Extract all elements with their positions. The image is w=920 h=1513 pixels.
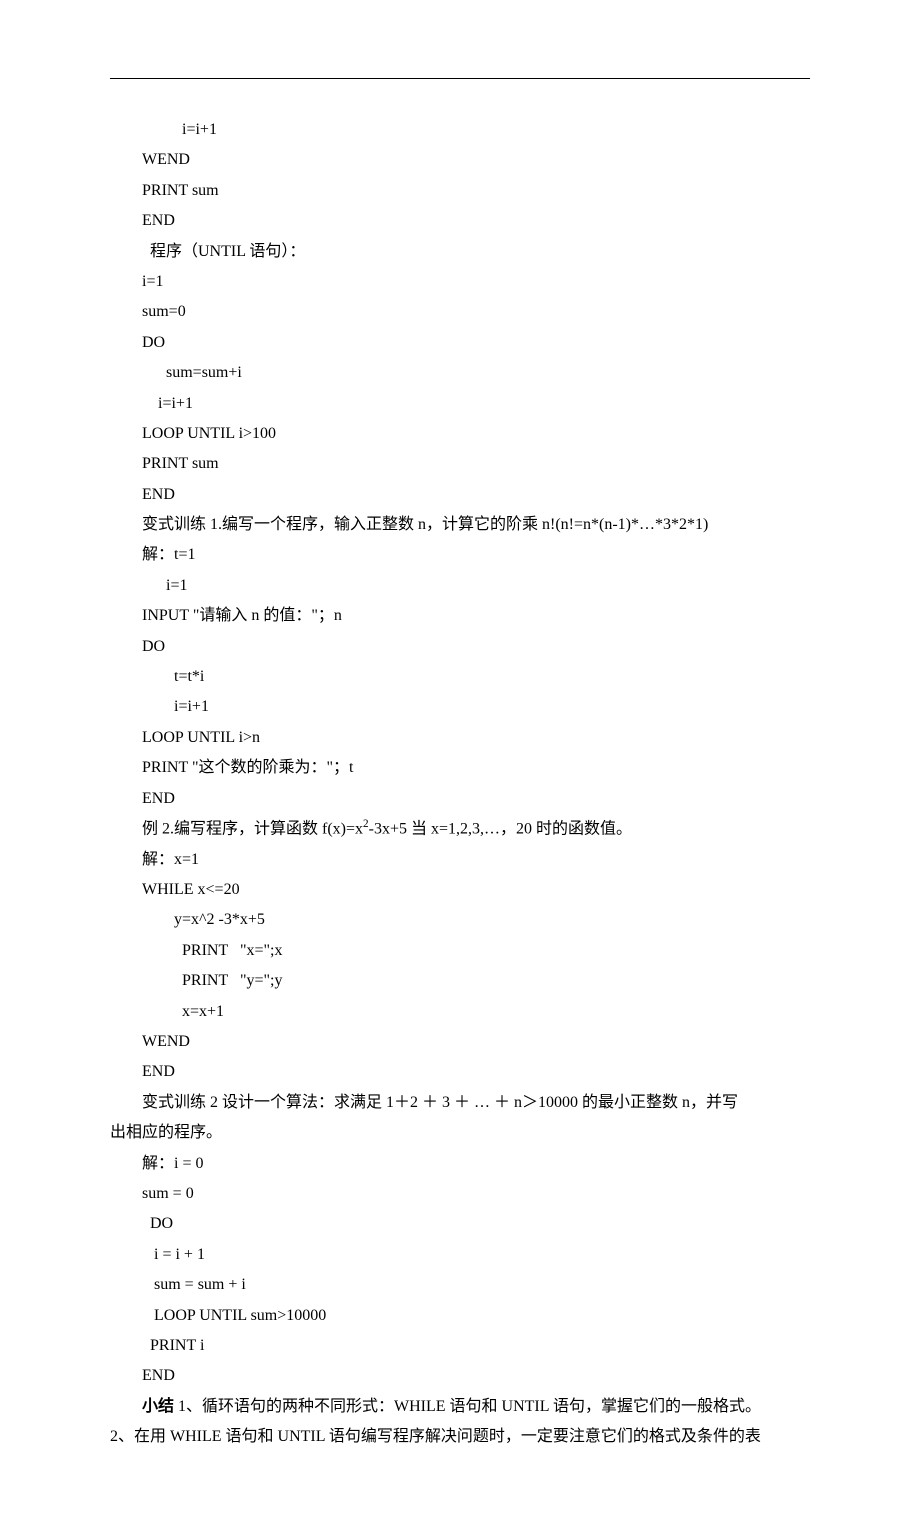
text-line: i = i + 1 xyxy=(110,1240,810,1270)
text-line: 解：t=1 xyxy=(110,540,810,570)
text-line: END xyxy=(110,480,810,510)
text-line: 解：x=1 xyxy=(110,845,810,875)
text-line: i=i+1 xyxy=(110,692,810,722)
text-line: END xyxy=(110,1057,810,1087)
text-line: INPUT "请输入 n 的值："；n xyxy=(110,601,810,631)
text-line: i=1 xyxy=(110,571,810,601)
text-line: 小结 1、循环语句的两种不同形式：WHILE 语句和 UNTIL 语句，掌握它们… xyxy=(110,1392,810,1422)
text-line: 出相应的程序。 xyxy=(110,1118,810,1148)
text-line: DO xyxy=(110,632,810,662)
text-line: PRINT sum xyxy=(110,449,810,479)
text-line: sum=0 xyxy=(110,297,810,327)
document-page: i=i+1WENDPRINT sumEND 程序（UNTIL 语句）：i=1su… xyxy=(0,0,920,1513)
text-line: LOOP UNTIL i>100 xyxy=(110,419,810,449)
text-line: WEND xyxy=(110,1027,810,1057)
text-line: WEND xyxy=(110,145,810,175)
text-line: y=x^2 -3*x+5 xyxy=(110,905,810,935)
text-line: PRINT "x=";x xyxy=(110,936,810,966)
text-line: END xyxy=(110,784,810,814)
text-line: i=i+1 xyxy=(110,389,810,419)
text-line: LOOP UNTIL sum>10000 xyxy=(110,1301,810,1331)
text-line: PRINT i xyxy=(110,1331,810,1361)
text-line: PRINT sum xyxy=(110,176,810,206)
text-line: DO xyxy=(110,1209,810,1239)
document-content: i=i+1WENDPRINT sumEND 程序（UNTIL 语句）：i=1su… xyxy=(110,115,810,1453)
text-line: 例 2.编写程序，计算函数 f(x)=x2-3x+5 当 x=1,2,3,…，2… xyxy=(110,814,810,845)
text-line: i=i+1 xyxy=(110,115,810,145)
text-line: WHILE x<=20 xyxy=(110,875,810,905)
text-line: 2、在用 WHILE 语句和 UNTIL 语句编写程序解决问题时，一定要注意它们… xyxy=(110,1422,810,1452)
text-line: t=t*i xyxy=(110,662,810,692)
text-line: i=1 xyxy=(110,267,810,297)
text-line: sum=sum+i xyxy=(110,358,810,388)
text-line: 解：i = 0 xyxy=(110,1149,810,1179)
text-line: PRINT "这个数的阶乘为："；t xyxy=(110,753,810,783)
text-line: sum = 0 xyxy=(110,1179,810,1209)
text-line: PRINT "y=";y xyxy=(110,966,810,996)
text-line: sum = sum + i xyxy=(110,1270,810,1300)
text-line: x=x+1 xyxy=(110,997,810,1027)
text-line: LOOP UNTIL i>n xyxy=(110,723,810,753)
text-line: 程序（UNTIL 语句）： xyxy=(110,237,810,267)
text-line: 变式训练 1.编写一个程序，输入正整数 n，计算它的阶乘 n!(n!=n*(n-… xyxy=(110,510,810,540)
text-line: DO xyxy=(110,328,810,358)
text-line: END xyxy=(110,1361,810,1391)
header-rule xyxy=(110,78,810,79)
text-line: 变式训练 2 设计一个算法：求满足 1＋2 ＋ 3 ＋ … ＋ n＞10000 … xyxy=(110,1088,810,1118)
text-line: END xyxy=(110,206,810,236)
